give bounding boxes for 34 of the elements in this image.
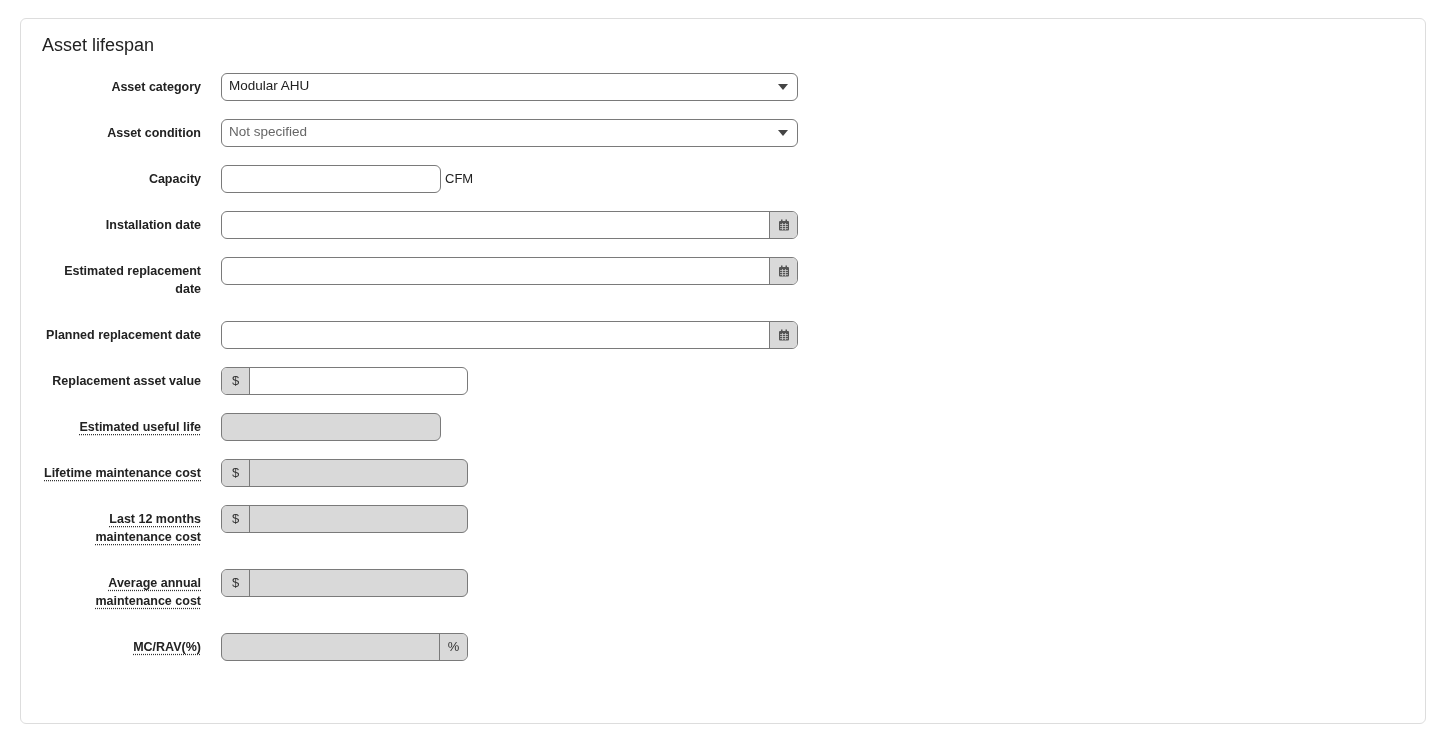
calendar-button[interactable] — [769, 257, 797, 284]
percent-addon: % — [439, 633, 467, 660]
caret-icon — [778, 83, 788, 90]
field-label: Lifetime maintenance cost — [44, 464, 201, 482]
dropdown-field[interactable]: Not specified — [221, 118, 798, 147]
field-label: Planned replacement date — [46, 326, 201, 344]
field-label: Capacity — [148, 170, 201, 188]
field-label: Installation date — [105, 216, 201, 234]
field-label: Average annual maintenance cost — [94, 574, 201, 610]
calendar-button[interactable] — [769, 321, 797, 348]
input-field[interactable]: $ — [221, 366, 468, 395]
dropdown-field[interactable]: Modular AHU — [221, 72, 798, 101]
field-label: Replacement asset value — [52, 372, 201, 390]
date-field[interactable] — [221, 210, 798, 239]
calendar-icon — [777, 328, 790, 341]
date-field[interactable] — [221, 256, 798, 285]
caret-icon — [778, 129, 788, 136]
field-label: Asset category — [111, 78, 201, 96]
field-label: Asset condition — [107, 124, 201, 142]
currency-addon: $ — [222, 459, 250, 486]
date-field[interactable] — [221, 320, 798, 349]
calendar-icon — [777, 218, 790, 231]
unit-label: CFM — [445, 169, 474, 188]
field-label: MC/RAV(%) — [133, 638, 201, 656]
input-field[interactable] — [221, 164, 441, 193]
field-label: Estimated replacement date — [63, 262, 201, 298]
calendar-icon — [777, 264, 790, 277]
field-label: Last 12 months maintenance cost — [94, 510, 201, 546]
currency-addon: $ — [222, 569, 250, 596]
section-title: Asset lifespan — [42, 35, 156, 57]
calendar-button[interactable] — [769, 211, 797, 238]
currency-addon: $ — [222, 367, 250, 394]
field-label: Estimated useful life — [79, 418, 201, 436]
currency-addon: $ — [222, 505, 250, 532]
